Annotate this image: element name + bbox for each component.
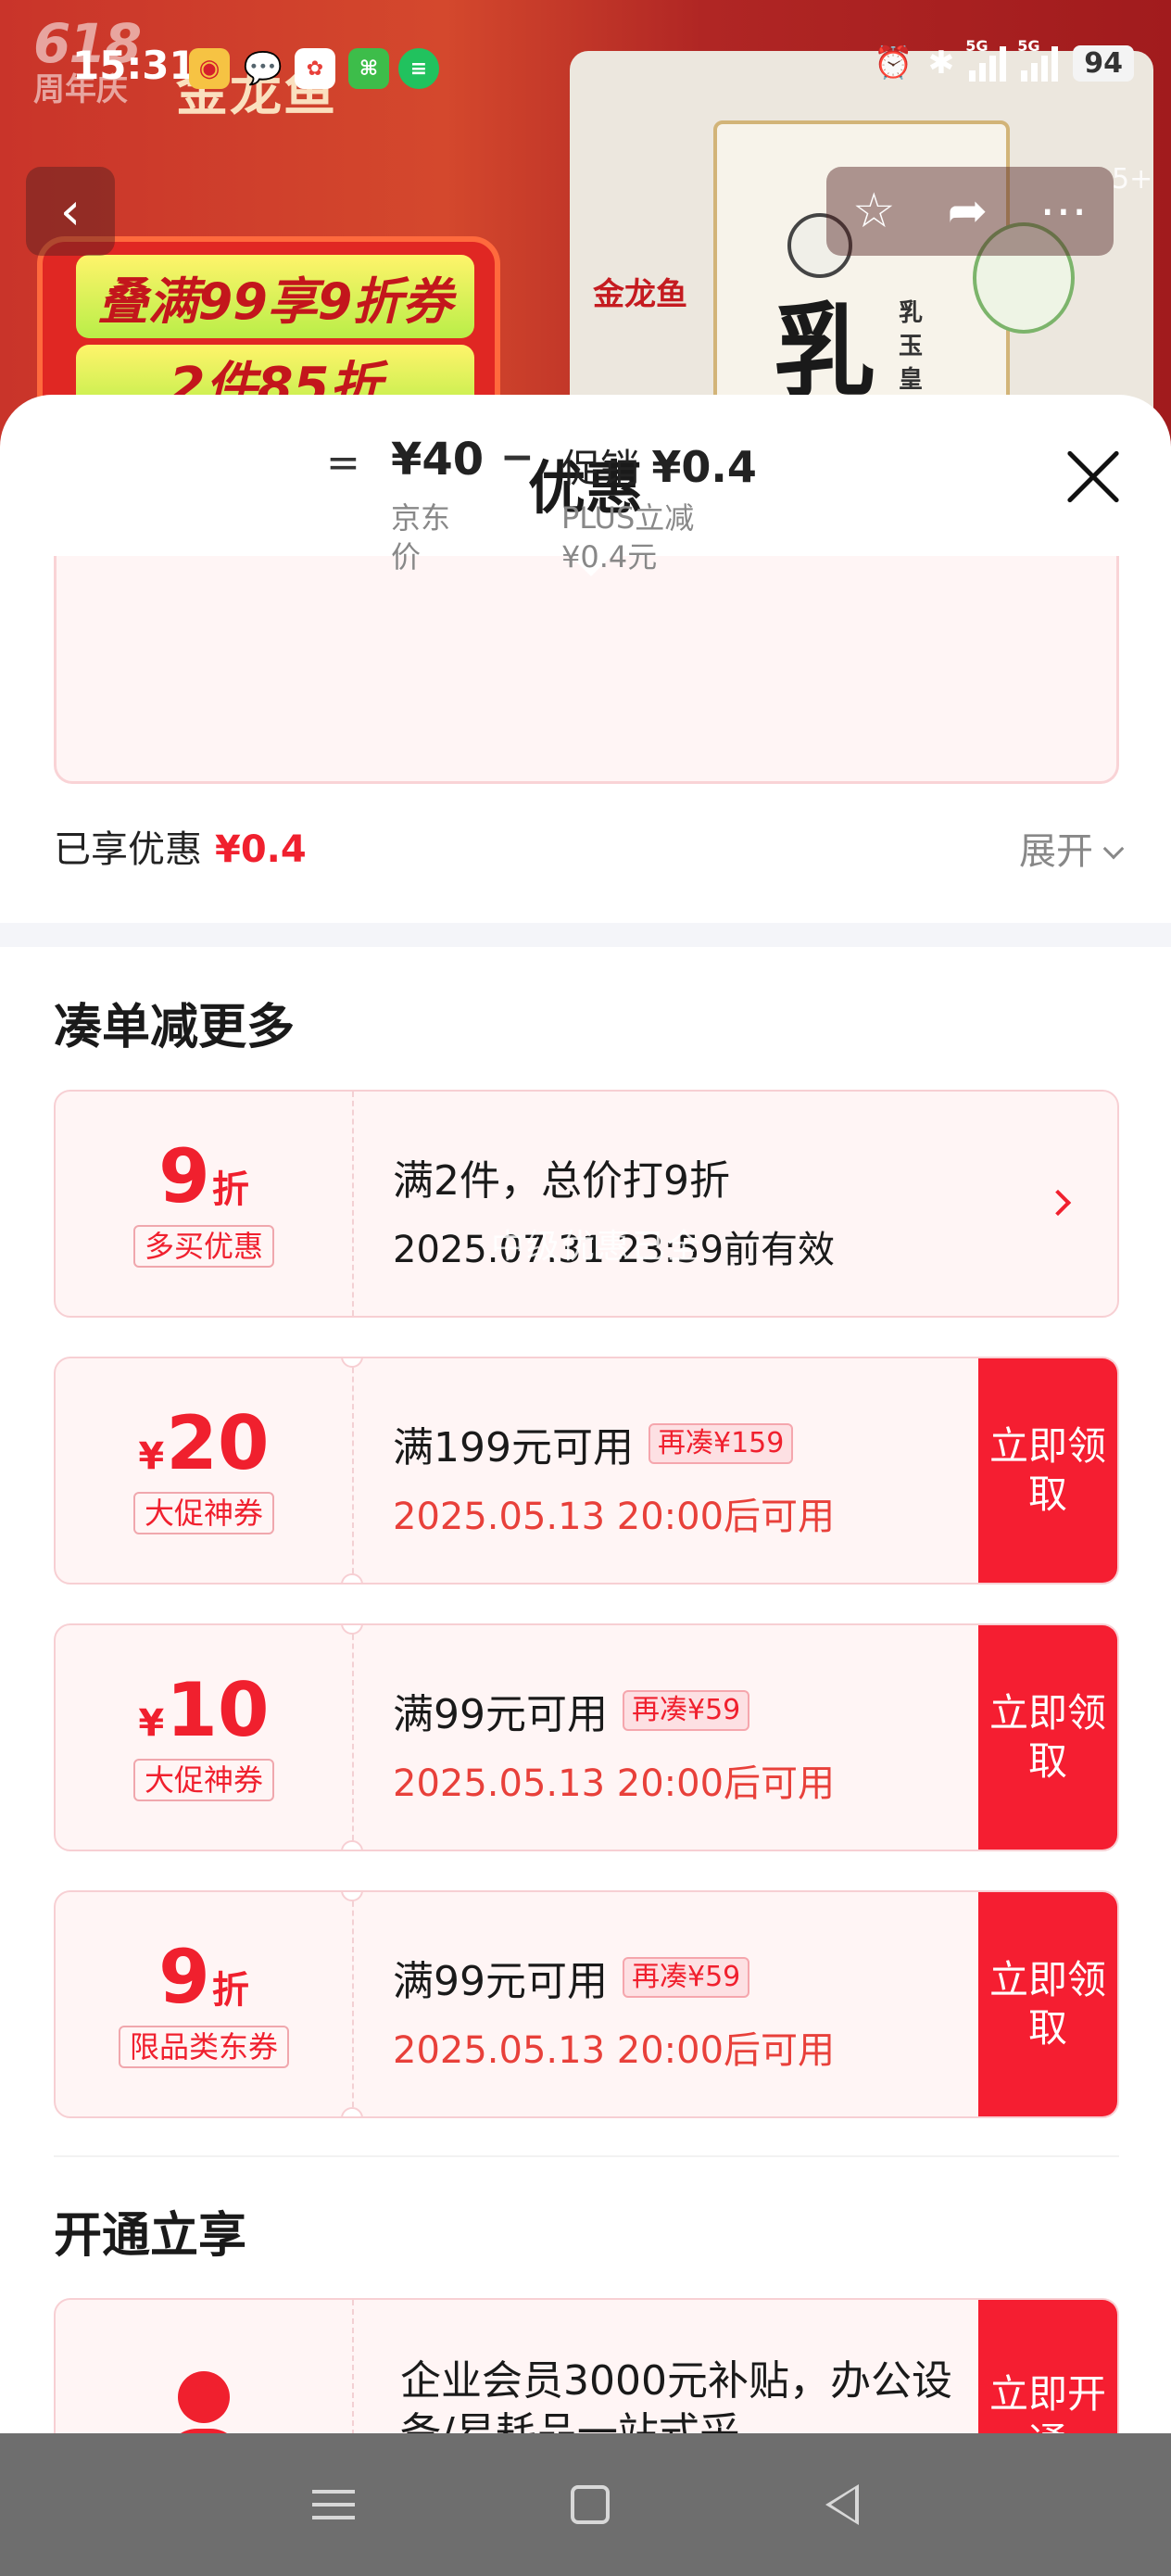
promo-amount: 促销 ¥0.4 [561,442,757,492]
coupon-info: 满99元可用 再凑¥59 2025.05.13 20:00后可用 [393,1948,835,2074]
claim-button[interactable]: 立即领取 [978,1625,1117,1850]
chevron-left-icon: ‹ [59,181,82,242]
membership-card: 企业会员3000元补贴，办公设备/易耗品一站式采 立即开通 [54,2298,1119,2433]
coupon-condition: 满99元可用 再凑¥59 [393,1948,835,2007]
coupon-condition: 满99元可用 再凑¥59 [393,1681,835,1740]
enjoyed-discount: 已享优惠 ¥0.4 [54,828,307,871]
status-time: 15:31 [72,43,196,88]
coupon-card: ¥20 大促神券 满199元可用 再凑¥159 2025.05.13 20:00后… [54,1357,1119,1585]
coupon-tag: 大促神券 [132,1759,274,1801]
status-bar: 15:31 ◉ 💬 ✿ ⌘ ≡ ⏰ ✱ 5G 5G 94 [0,0,1171,139]
user-icon [165,2371,243,2433]
coupon-card: 9折 限品类东券 满99元可用 再凑¥59 2025.05.13 20:00后可用… [54,1890,1119,2118]
coupon-tag: 限品类东券 [118,2026,289,2068]
coupon-info: 满199元可用 再凑¥159 2025.05.13 20:00后可用 [393,1414,835,1540]
jd-price: ¥40 [391,434,485,486]
open-membership-button[interactable]: 立即开通 [978,2300,1117,2433]
divider [54,2155,1119,2157]
section-divider [0,923,1171,947]
coupon-validity: 2025.05.13 20:00后可用 [393,1762,836,1805]
top-action-bar: ☆ ➦ ⋯ [826,167,1114,256]
section-title-more: 凑单减更多 [54,1000,296,1055]
claim-button[interactable]: 立即领取 [978,1358,1117,1583]
coupon-validity: 2025.05.13 20:00后可用 [393,2029,836,2072]
jd-price-label: 京东价 [391,500,451,575]
back-triangle-icon[interactable] [825,2484,860,2525]
close-icon[interactable] [1064,447,1123,506]
coupon-info: 满99元可用 再凑¥59 2025.05.13 20:00后可用 [393,1681,835,1807]
coupon-condition: 满2件，总价打9折 [393,1157,730,1205]
equals-sign: = [326,439,360,486]
coupon-tag: 大促神券 [132,1492,274,1534]
signal-icon-2: 5G [1017,37,1059,82]
menu-icon[interactable] [311,2490,355,2519]
signal-icon: 5G [965,37,1007,82]
price-breakdown [54,556,1119,784]
coupon-value: 9折 多买优惠 [56,1092,352,1316]
status-indicators: ⏰ ✱ 5G 5G 94 [874,37,1134,82]
tab-count-badge: 5+ [1112,163,1153,196]
alarm-icon: ⏰ [874,44,913,82]
member-avatar [56,2300,352,2433]
chat-app-icon: ≡ [398,48,439,89]
favorite-star-icon[interactable]: ☆ [852,183,896,239]
coupon-value: ¥10 大促神券 [56,1625,352,1850]
home-icon[interactable] [570,2485,610,2524]
discount-sheet: 优惠 = ¥40 京东价 − 促销 ¥0.4 PLUS立减 ¥0.4元 已享优惠 ¥… [0,395,1171,2433]
package-vertical-text: 乳玉皇 [899,299,924,394]
watermark-text: 中级优惠已全 [491,1228,703,1266]
weibo-icon: ◉ [189,48,230,89]
coupon-card[interactable]: 9折 多买优惠 满2件，总价打9折 2025.07.31 23:59前有效 中级… [54,1090,1119,1318]
puzzle-app-icon: ✿ [295,48,335,89]
add-more-badge: 再凑¥59 [623,1957,750,1998]
battery-indicator: 94 [1073,44,1134,82]
bluetooth-icon: ✱ [927,44,955,82]
coupon-condition: 满199元可用 再凑¥159 [393,1414,835,1473]
promo-detail: PLUS立减 ¥0.4元 [561,500,695,575]
add-more-badge: 再凑¥59 [623,1690,750,1731]
add-more-badge: 再凑¥159 [648,1423,794,1464]
enjoyed-amount: ¥0.4 [215,828,307,871]
member-benefit-text: 企业会员3000元补贴，办公设备/易耗品一站式采 [400,2357,952,2433]
minus-sign: − [500,434,535,481]
back-button[interactable]: ‹ [26,167,115,256]
coupon-card: ¥10 大促神券 满99元可用 再凑¥59 2025.05.13 20:00后可用… [54,1623,1119,1851]
share-icon[interactable]: ➦ [948,183,988,239]
package-brand: 金龙鱼 [593,276,687,313]
coupon-tag: 多买优惠 [132,1225,274,1268]
grid-app-icon: ⌘ [348,48,389,89]
coupon-value: 9折 限品类东券 [56,1892,352,2116]
coupon-value: ¥20 大促神券 [56,1358,352,1583]
claim-button[interactable]: 立即领取 [978,1892,1117,2116]
coupon-validity: 2025.05.13 20:00后可用 [393,1496,836,1538]
wechat-icon: 💬 [243,50,283,87]
system-nav-bar [0,2433,1171,2576]
expand-button[interactable]: 展开 [1019,821,1125,875]
more-icon[interactable]: ⋯ [1039,183,1088,239]
promo-line-1: 叠满99享9折券 [76,255,474,338]
chevron-right-icon[interactable] [1044,1189,1072,1217]
section-title-open: 开通立享 [54,2208,247,2264]
chevron-down-icon [1102,838,1125,860]
